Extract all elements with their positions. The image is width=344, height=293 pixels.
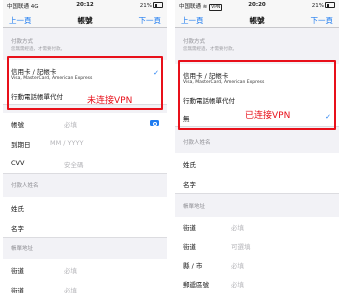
field-label: 街道 — [11, 287, 24, 293]
payer-section-title: 付款人姓名 — [183, 140, 211, 146]
address-section-title: 帳單地址 — [11, 246, 34, 252]
street-field-2[interactable]: 街道 必填 — [3, 279, 167, 293]
postal-code-field[interactable]: 郵遞區號 必填 — [175, 274, 339, 293]
payment-section-title: 付款方式 — [183, 39, 206, 45]
field-label: 街道 — [11, 267, 24, 275]
field-label: 姓氏 — [183, 161, 196, 169]
navigation-bar: 上一頁 帳號 下一頁 — [175, 11, 339, 28]
field-placeholder: 必填 — [231, 224, 244, 232]
navigation-bar: 上一頁 帳號 下一頁 — [3, 11, 167, 28]
field-label: 名字 — [183, 181, 196, 189]
street-field-2[interactable]: 街道 可選填 — [175, 236, 339, 256]
address-section-title: 帳單地址 — [183, 204, 206, 210]
field-label: 到期日 — [11, 141, 31, 149]
expiry-date-field[interactable]: 到期日 MM / YYYY — [3, 133, 167, 154]
city-field[interactable]: 縣 / 市 必填 — [175, 255, 339, 275]
field-label: 縣 / 市 — [183, 262, 203, 270]
battery-icon — [153, 2, 163, 8]
first-name-field[interactable]: 名字 — [3, 217, 167, 238]
field-placeholder: MM / YYYY — [50, 139, 84, 147]
field-label: 郵遞區號 — [183, 281, 209, 289]
camera-icon[interactable] — [150, 120, 159, 126]
cvv-field[interactable]: CVV 安全碼 — [3, 153, 167, 174]
next-button[interactable]: 下一頁 — [139, 15, 162, 26]
payment-section-subtitle: 您無需經過，才需要付款。 — [11, 47, 65, 52]
payment-section-header: 付款方式 您無需經過，才需要付款。 — [183, 39, 237, 53]
first-name-field[interactable]: 名字 — [175, 173, 339, 194]
card-number-field[interactable]: 帳號 必填 — [3, 113, 167, 134]
status-bar: 中国联通 ≋ VPN 20:20 21% — [175, 0, 339, 11]
field-label: 姓氏 — [11, 205, 24, 213]
payment-section-subtitle: 您無需經過，才需要付款。 — [183, 47, 237, 52]
field-placeholder: 必填 — [64, 267, 77, 275]
battery-indicator: 21% — [312, 2, 335, 9]
street-field[interactable]: 街道 必填 — [175, 217, 339, 237]
status-bar: 中国联通 4G 20:12 21% — [3, 0, 167, 11]
last-name-field[interactable]: 姓氏 — [3, 197, 167, 218]
field-placeholder: 可選填 — [231, 243, 251, 251]
field-label: 街道 — [183, 243, 196, 251]
battery-indicator: 21% — [140, 2, 163, 9]
payer-section-title: 付款人姓名 — [11, 183, 39, 189]
field-placeholder: 必填 — [231, 262, 244, 270]
street-field[interactable]: 街道 必填 — [3, 259, 167, 280]
next-button[interactable]: 下一頁 — [311, 15, 334, 26]
left-phone-screen: 中国联通 4G 20:12 21% 上一頁 帳號 下一頁 付款方式 您無需經過，… — [3, 0, 167, 293]
highlight-box — [178, 60, 336, 130]
battery-icon — [325, 2, 335, 8]
battery-percent: 21% — [311, 3, 324, 9]
field-label: 帳號 — [11, 121, 24, 129]
highlight-box — [7, 56, 163, 110]
field-placeholder: 必填 — [64, 121, 77, 129]
battery-percent: 21% — [139, 3, 152, 9]
field-label: 名字 — [11, 225, 24, 233]
field-label: CVV — [11, 159, 25, 167]
last-name-field[interactable]: 姓氏 — [175, 153, 339, 174]
payment-section-header: 付款方式 您無需經過，才需要付款。 — [11, 39, 65, 53]
field-label: 街道 — [183, 224, 196, 232]
field-placeholder: 必填 — [64, 287, 77, 293]
field-placeholder: 安全碼 — [64, 161, 84, 169]
payment-section-title: 付款方式 — [11, 39, 34, 45]
right-phone-screen: 中国联通 ≋ VPN 20:20 21% 上一頁 帳號 下一頁 付款方式 您無需… — [175, 0, 339, 293]
field-placeholder: 必填 — [231, 281, 244, 289]
